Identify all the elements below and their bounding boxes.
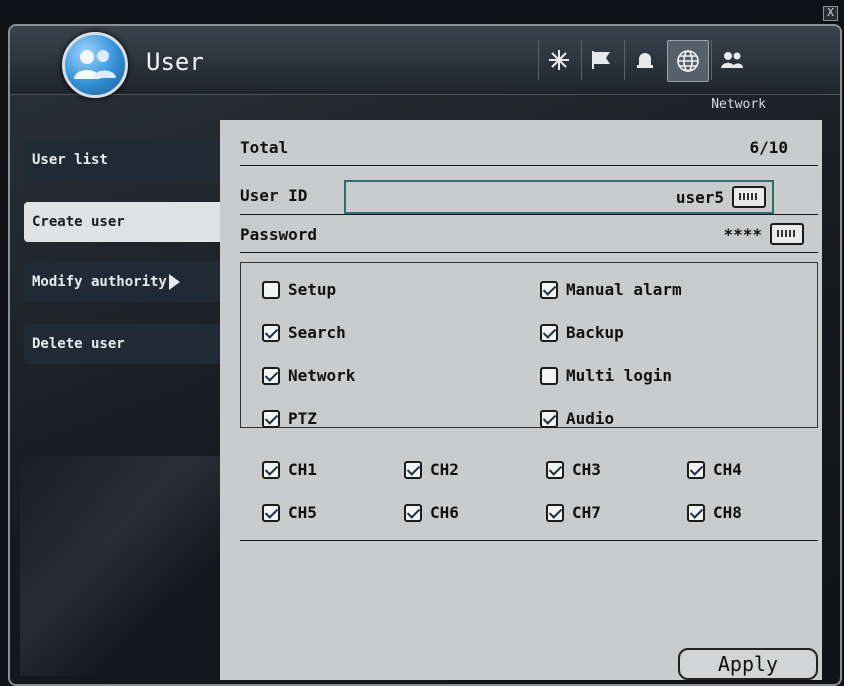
checkbox-label: CH8	[713, 503, 742, 522]
password-input[interactable]: ****	[723, 225, 762, 244]
checkbox-checked-icon[interactable]	[546, 503, 564, 522]
checkbox-label: CH5	[288, 503, 317, 522]
checkbox-checked-icon[interactable]	[540, 409, 558, 428]
checkbox-label: CH3	[572, 460, 601, 479]
apply-button[interactable]: Apply	[678, 648, 818, 680]
checkbox-label: CH2	[430, 460, 459, 479]
divider	[240, 165, 818, 166]
sidebar-item-label: Create user	[32, 214, 125, 230]
header: User	[10, 26, 840, 98]
channel-ch7[interactable]: CH7	[546, 503, 601, 522]
sidebar-item-create-user[interactable]: Create user	[24, 202, 222, 242]
checkbox-checked-icon[interactable]	[687, 503, 705, 522]
page-title: User	[146, 48, 204, 76]
checkbox-checked-icon[interactable]	[404, 503, 422, 522]
sidebar-item-user-list[interactable]: User list	[24, 140, 222, 180]
channel-ch1[interactable]: CH1	[262, 460, 317, 479]
sidebar-item-label: Modify authority	[32, 274, 167, 290]
close-button[interactable]: X	[823, 6, 838, 21]
checkbox-label: CH6	[430, 503, 459, 522]
users-icon[interactable]	[711, 40, 752, 80]
checkbox-label: Audio	[566, 409, 615, 428]
total-label: Total	[240, 138, 289, 157]
keyboard-icon[interactable]	[732, 186, 766, 208]
channel-ch2[interactable]: CH2	[404, 460, 459, 479]
userid-row: User ID user5	[240, 180, 818, 214]
checkbox-label: CH7	[572, 503, 601, 522]
total-row: Total 6/10	[240, 138, 818, 157]
globe-icon[interactable]	[667, 40, 709, 82]
checkbox-checked-icon[interactable]	[540, 323, 558, 342]
user-window: User Network User list Create user Modif…	[8, 24, 842, 686]
channel-ch4[interactable]: CH4	[687, 460, 742, 479]
arrow-right-icon	[168, 274, 180, 290]
permission-audio[interactable]: Audio	[540, 409, 614, 428]
sidebar-item-label: User list	[32, 152, 108, 168]
checkbox-checked-icon[interactable]	[546, 460, 564, 479]
divider	[240, 214, 818, 215]
checkbox-checked-icon[interactable]	[262, 460, 280, 479]
create-user-panel: Total 6/10 User ID user5 Password **** A…	[220, 120, 822, 680]
sidebar-item-modify-authority[interactable]: Modify authority	[24, 262, 222, 302]
checkbox-label: PTZ	[288, 409, 317, 428]
divider	[240, 540, 818, 541]
permission-network[interactable]: Network	[262, 366, 355, 385]
checkbox-label: CH4	[713, 460, 742, 479]
channel-ch3[interactable]: CH3	[546, 460, 601, 479]
checkbox-checked-icon[interactable]	[262, 409, 280, 428]
checkbox-checked-icon[interactable]	[404, 460, 422, 479]
total-value: 6/10	[749, 138, 788, 157]
checkbox-unchecked-icon[interactable]	[540, 366, 558, 385]
checkbox-label: Search	[288, 323, 346, 342]
checkbox-checked-icon[interactable]	[262, 323, 280, 342]
user-logo-icon	[62, 32, 128, 98]
snowflake-icon[interactable]	[538, 40, 579, 80]
divider	[240, 252, 818, 253]
password-label: Password	[240, 225, 318, 244]
checkbox-checked-icon[interactable]	[262, 503, 280, 522]
checkbox-label: Setup	[288, 280, 337, 299]
permission-backup[interactable]: Backup	[540, 323, 624, 342]
userid-input[interactable]: user5	[344, 180, 774, 214]
permission-search[interactable]: Search	[262, 323, 346, 342]
channel-ch8[interactable]: CH8	[687, 503, 742, 522]
checkbox-label: CH1	[288, 460, 317, 479]
checkbox-label: Multi login	[566, 366, 672, 385]
checkbox-unchecked-icon[interactable]	[262, 280, 280, 299]
toolbar-caption: Network	[711, 97, 766, 112]
checkbox-checked-icon[interactable]	[687, 460, 705, 479]
checkbox-label: Manual alarm	[566, 280, 682, 299]
checkbox-label: Network	[288, 366, 356, 385]
channel-ch6[interactable]: CH6	[404, 503, 459, 522]
background-swoosh	[20, 456, 230, 676]
permission-ptz[interactable]: PTZ	[262, 409, 317, 428]
permission-manual-alarm[interactable]: Manual alarm	[540, 280, 682, 299]
alarm-icon[interactable]	[624, 40, 665, 80]
permission-multi-login[interactable]: Multi login	[540, 366, 672, 385]
checkbox-checked-icon[interactable]	[540, 280, 558, 299]
sidebar-item-label: Delete user	[32, 336, 125, 352]
userid-value: user5	[675, 188, 724, 207]
sidebar-item-delete-user[interactable]: Delete user	[24, 324, 222, 364]
flag-icon[interactable]	[581, 40, 622, 80]
permission-setup[interactable]: Setup	[262, 280, 336, 299]
keyboard-icon[interactable]	[770, 223, 804, 245]
checkbox-label: Backup	[566, 323, 624, 342]
toolbar	[538, 40, 754, 82]
password-row: Password ****	[240, 223, 818, 245]
userid-label: User ID	[240, 186, 308, 205]
checkbox-checked-icon[interactable]	[262, 366, 280, 385]
channel-ch5[interactable]: CH5	[262, 503, 317, 522]
